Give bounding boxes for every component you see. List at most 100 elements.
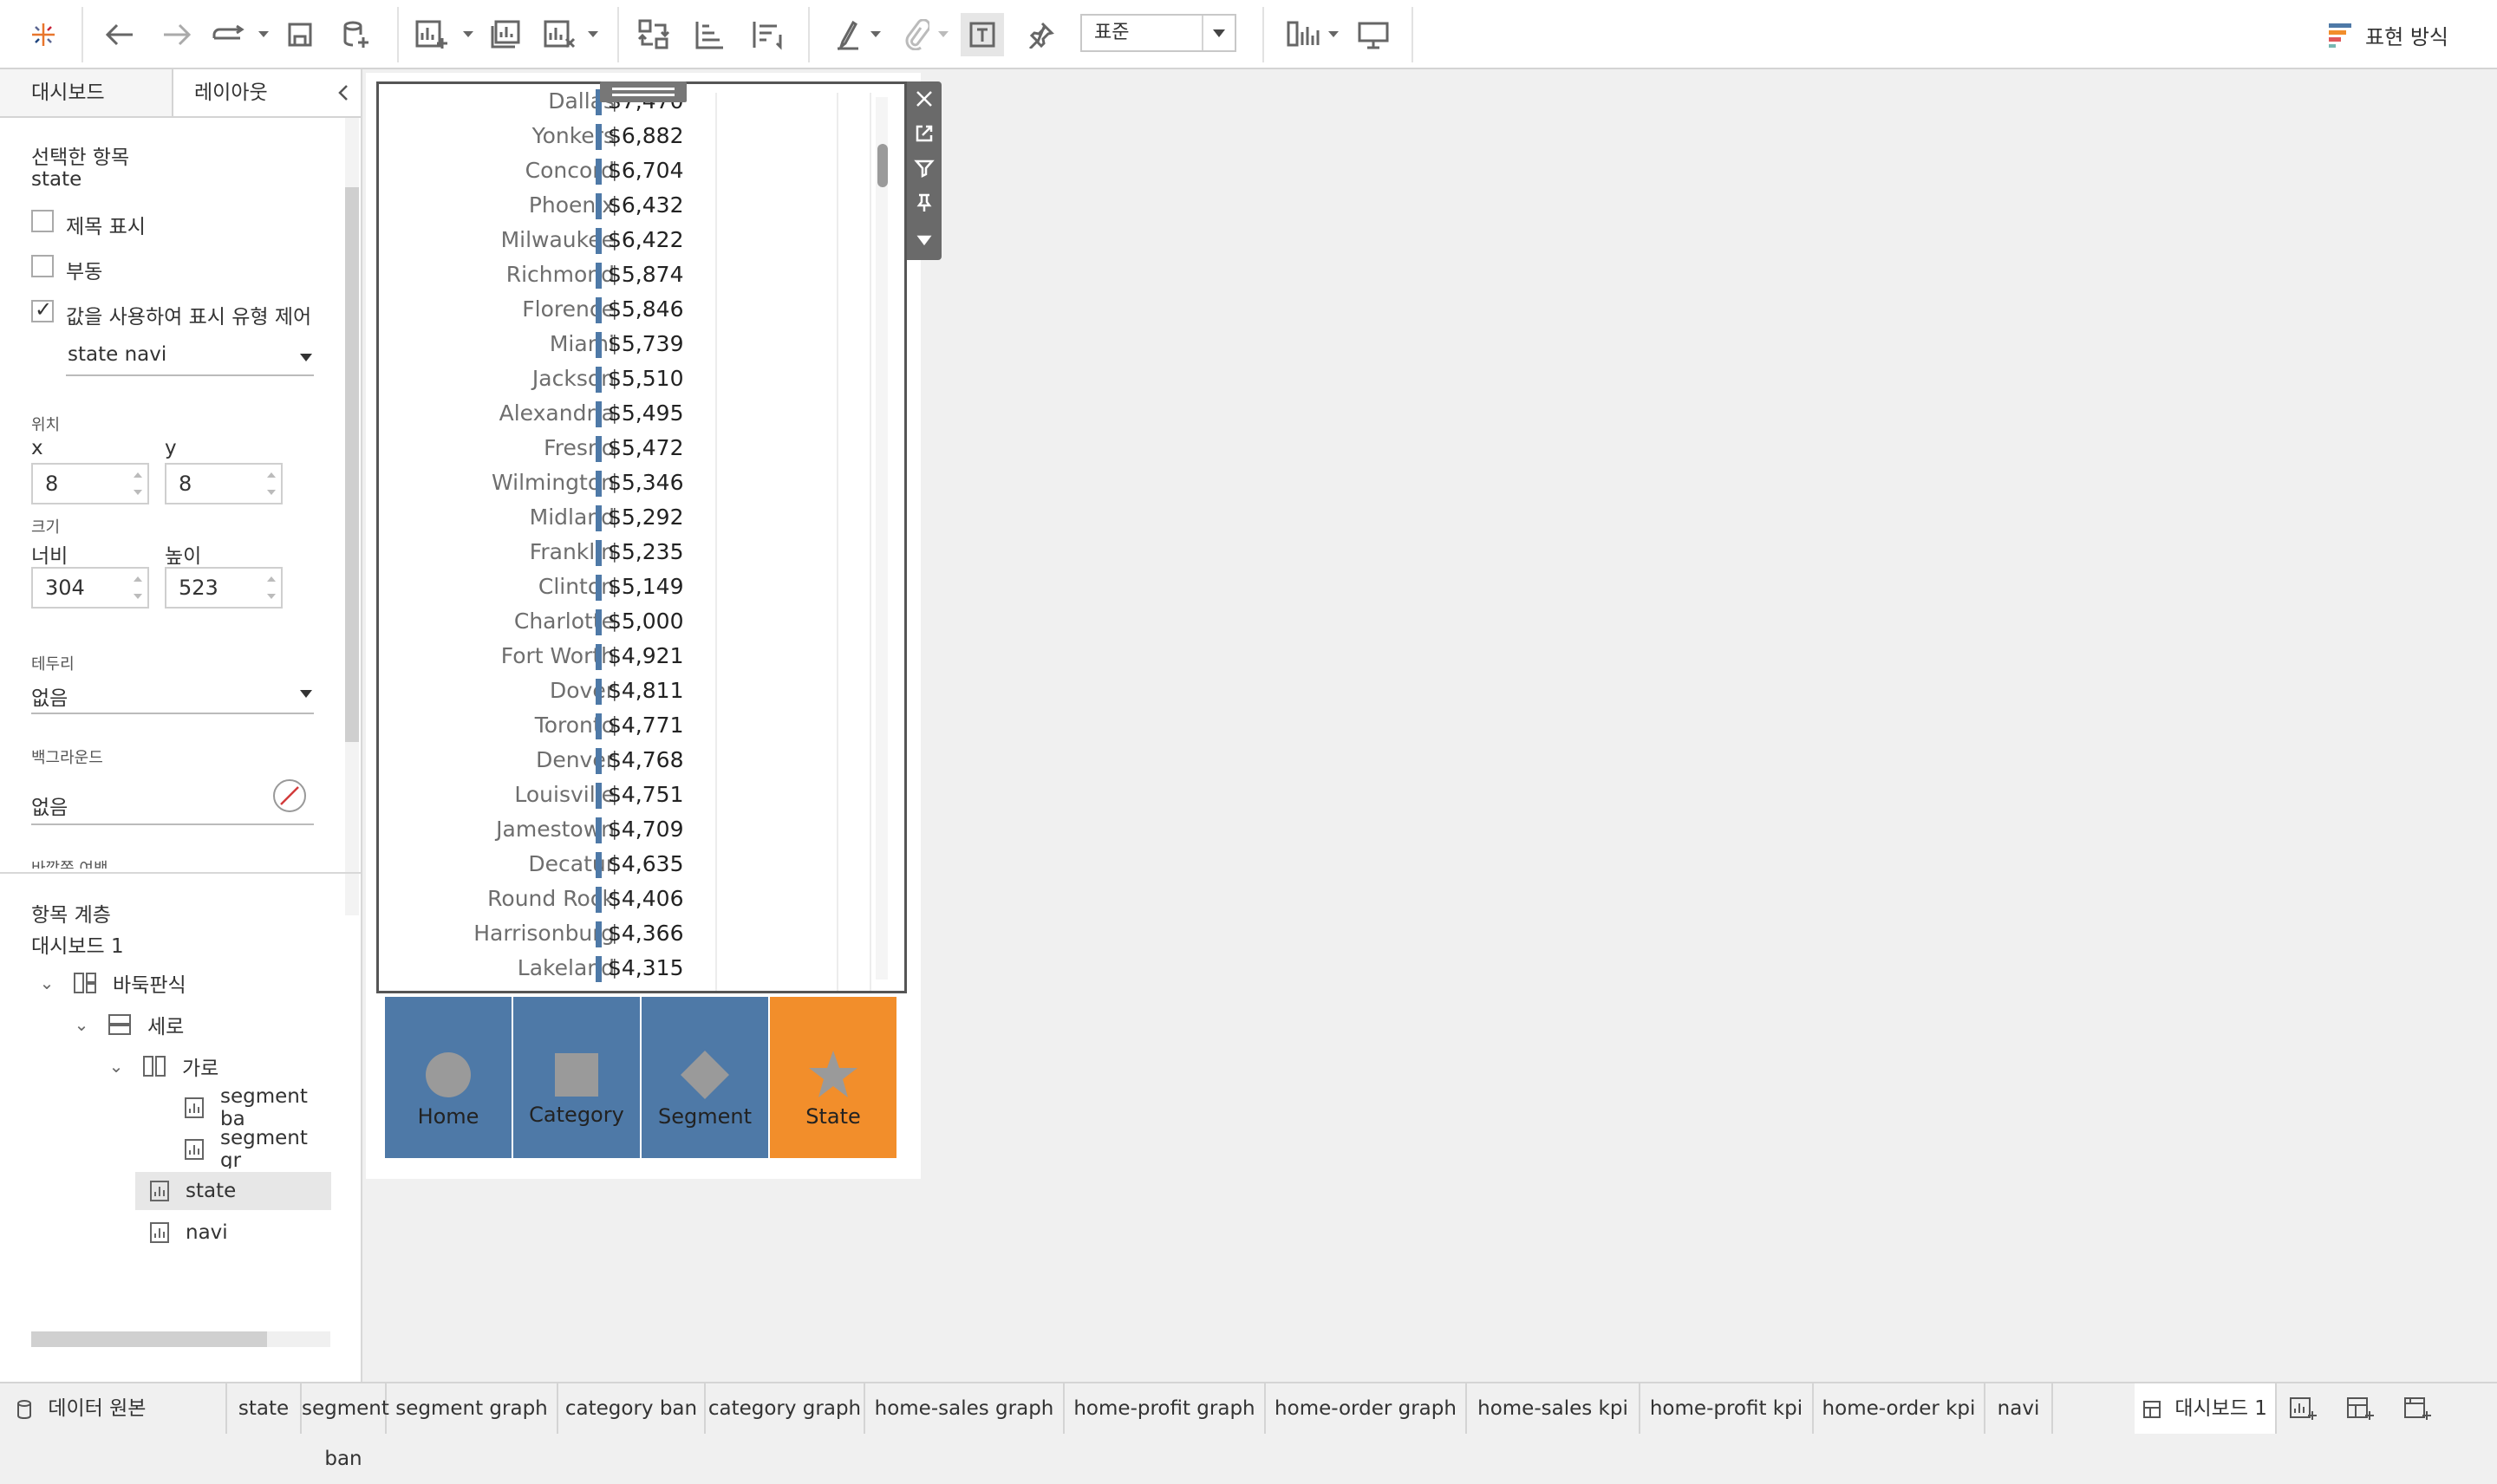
replay-icon[interactable] xyxy=(208,16,251,54)
redo-icon[interactable] xyxy=(158,16,196,54)
sales-bar[interactable] xyxy=(596,159,602,185)
navi-segment-button[interactable]: Segment xyxy=(642,997,768,1158)
tree-item-state[interactable]: state xyxy=(135,1172,331,1210)
sales-bar[interactable] xyxy=(596,817,602,843)
pin-icon[interactable] xyxy=(1021,16,1059,54)
sales-bar[interactable] xyxy=(596,956,602,982)
sales-bar[interactable] xyxy=(596,505,602,531)
sales-bar[interactable] xyxy=(596,471,602,497)
navi-state-button[interactable]: State xyxy=(770,997,896,1158)
sales-bar[interactable] xyxy=(596,263,602,289)
navi-category-button[interactable]: Category xyxy=(513,997,640,1158)
new-worksheet-icon[interactable] xyxy=(2289,1396,2318,1425)
chevron-down-icon[interactable] xyxy=(300,690,312,698)
sales-bar[interactable] xyxy=(596,609,602,635)
sheet-tab[interactable]: navi xyxy=(1985,1383,2053,1434)
width-input[interactable]: 304 xyxy=(31,567,149,609)
tab-layout[interactable]: 레이아웃 xyxy=(173,69,329,116)
sales-bar[interactable] xyxy=(596,228,602,254)
filter-icon[interactable] xyxy=(914,158,935,179)
state-row[interactable]: Louisville $4,751 xyxy=(379,778,904,812)
state-row[interactable]: Jackson $5,510 xyxy=(379,361,904,396)
background-select[interactable]: 없음 xyxy=(31,791,68,820)
show-cards-dropdown-caret[interactable] xyxy=(1328,31,1339,37)
state-row[interactable]: Florence $5,846 xyxy=(379,292,904,327)
panel-scrollbar[interactable] xyxy=(345,118,359,915)
sales-bar[interactable] xyxy=(596,297,602,323)
state-row[interactable]: Denver $4,768 xyxy=(379,743,904,778)
tab-dashboard[interactable]: 대시보드 xyxy=(0,69,173,116)
tree-item-horizontal[interactable]: ⌄ 가로 xyxy=(106,1047,218,1085)
close-icon[interactable] xyxy=(914,88,935,109)
state-row[interactable]: Fort Worth $4,921 xyxy=(379,639,904,674)
tree-scroll-thumb[interactable] xyxy=(31,1331,267,1347)
tree-item-vertical[interactable]: ⌄ 세로 xyxy=(71,1006,184,1044)
state-row[interactable]: Round Rock $4,406 xyxy=(379,882,904,916)
y-input[interactable]: 8 xyxy=(165,463,283,504)
sheet-scroll-thumb[interactable] xyxy=(877,144,888,187)
height-input[interactable]: 523 xyxy=(165,567,283,609)
state-row[interactable]: Franklin $5,235 xyxy=(379,535,904,570)
sheet-tab[interactable]: home-order kpi xyxy=(1814,1383,1985,1434)
sheet-scrollbar[interactable] xyxy=(876,97,888,980)
state-row[interactable]: Richmond $5,874 xyxy=(379,257,904,292)
highlight-dropdown-caret[interactable] xyxy=(870,31,881,37)
sales-bar[interactable] xyxy=(596,367,602,393)
replay-dropdown-caret[interactable] xyxy=(258,31,269,37)
decrement-icon[interactable] xyxy=(134,490,142,495)
chevron-down-icon[interactable]: ⌄ xyxy=(106,1056,127,1077)
highlight-icon[interactable] xyxy=(831,16,865,54)
sales-bar[interactable] xyxy=(596,679,602,705)
open-sheet-icon[interactable] xyxy=(914,123,935,144)
duplicate-sheet-icon[interactable] xyxy=(487,16,525,54)
sheet-tab[interactable]: home-sales graph xyxy=(865,1383,1065,1434)
group-dropdown-caret[interactable] xyxy=(938,31,949,37)
chevron-down-icon[interactable] xyxy=(300,354,312,361)
sheet-tab[interactable]: segment ban xyxy=(302,1383,389,1470)
new-datasource-icon[interactable] xyxy=(338,16,373,54)
state-row[interactable]: Alexandria $5,495 xyxy=(379,396,904,431)
state-row[interactable]: Yonkers $6,882 xyxy=(379,119,904,153)
increment-icon[interactable] xyxy=(267,576,276,582)
sort-ascending-icon[interactable] xyxy=(690,16,728,54)
sales-bar[interactable] xyxy=(596,575,602,601)
floating-checkbox[interactable] xyxy=(31,255,54,277)
sheet-tab[interactable]: home-profit kpi xyxy=(1640,1383,1814,1434)
sales-bar[interactable] xyxy=(596,713,602,739)
state-row[interactable]: Charlotte $5,000 xyxy=(379,604,904,639)
chevron-down-icon[interactable]: ⌄ xyxy=(36,973,57,993)
new-dashboard-icon[interactable] xyxy=(2346,1396,2376,1425)
state-row[interactable]: Harrisonburg $4,366 xyxy=(379,916,904,951)
state-row[interactable]: Decatur $4,635 xyxy=(379,847,904,882)
sales-bar[interactable] xyxy=(596,436,602,462)
panel-scroll-thumb[interactable] xyxy=(345,187,359,742)
clear-sheet-icon[interactable] xyxy=(541,16,579,54)
no-color-icon[interactable] xyxy=(272,778,307,813)
tree-horizontal-scrollbar[interactable] xyxy=(31,1331,330,1347)
chevron-down-icon[interactable] xyxy=(1202,16,1235,50)
sales-bar[interactable] xyxy=(596,332,602,358)
state-row[interactable]: Toronto $4,771 xyxy=(379,708,904,743)
show-me-button[interactable]: 표현 방식 xyxy=(2327,17,2448,52)
state-row[interactable]: Phoenix $6,432 xyxy=(379,188,904,223)
control-visibility-checkbox[interactable] xyxy=(31,297,54,322)
state-row[interactable]: Clinton $5,149 xyxy=(379,570,904,604)
sheet-tab[interactable]: category ban xyxy=(558,1383,706,1434)
show-cards-icon[interactable] xyxy=(1283,16,1323,54)
swap-icon[interactable] xyxy=(635,16,673,54)
sales-bar[interactable] xyxy=(596,921,602,947)
sales-bar[interactable] xyxy=(596,748,602,774)
visibility-field-select[interactable]: state navi xyxy=(68,343,166,366)
increment-icon[interactable] xyxy=(134,472,142,478)
state-row[interactable]: Fresno $5,472 xyxy=(379,431,904,465)
sheet-tab[interactable]: home-sales kpi xyxy=(1467,1383,1640,1434)
presentation-icon[interactable] xyxy=(1354,16,1392,54)
sheet-tab[interactable]: state xyxy=(227,1383,302,1434)
show-title-checkbox[interactable] xyxy=(31,210,54,232)
show-labels-icon[interactable] xyxy=(961,13,1004,56)
tree-item-segment-graph[interactable]: segment gr xyxy=(184,1130,331,1168)
state-row[interactable]: Lakeland $4,315 xyxy=(379,951,904,986)
increment-icon[interactable] xyxy=(267,472,276,478)
sheet-tab[interactable]: segment graph xyxy=(387,1383,558,1434)
x-input[interactable]: 8 xyxy=(31,463,149,504)
